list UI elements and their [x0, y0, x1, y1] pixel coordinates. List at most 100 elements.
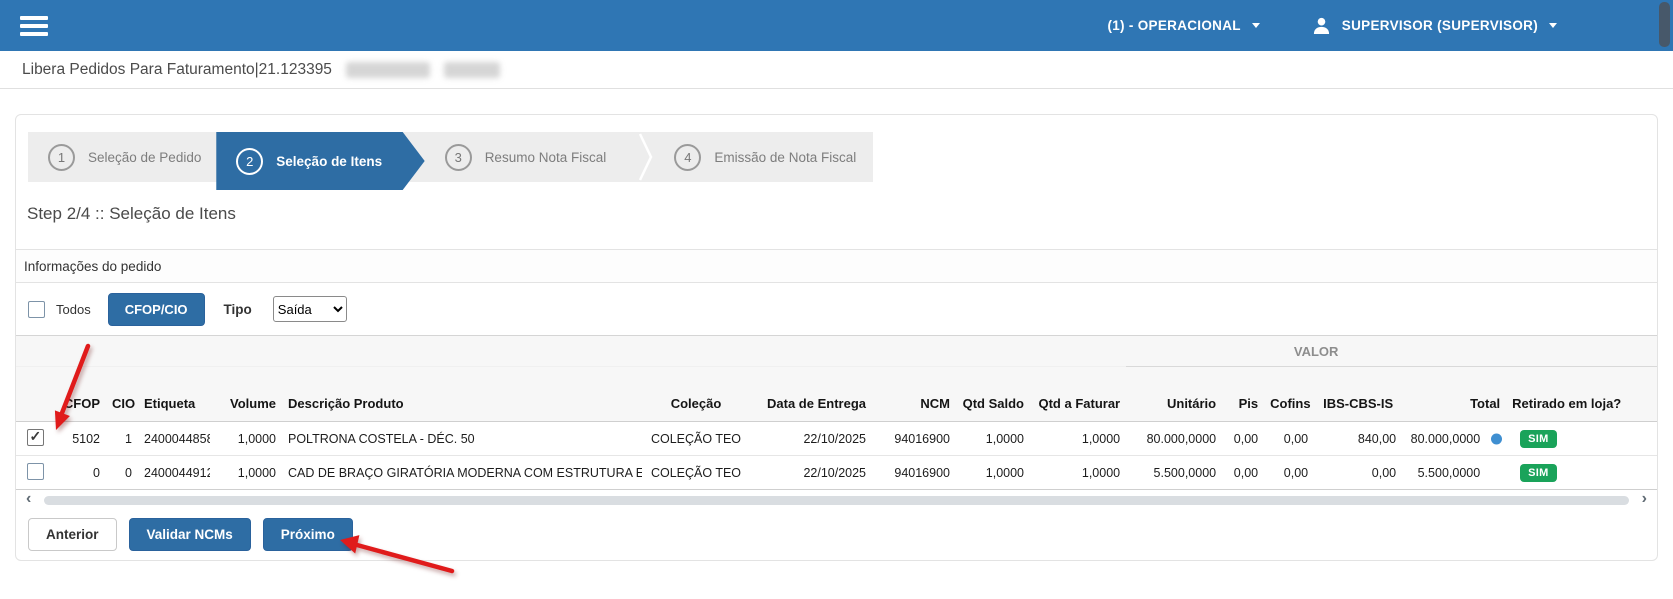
col-header-qtd-saldo: Qtd Saldo [956, 367, 1030, 422]
cell-colecao: COLEÇÃO TEO [642, 456, 750, 490]
step-label: Resumo Nota Fiscal [485, 150, 607, 165]
table-header-row: CFOP CIO Etiqueta Volume Descrição Produ… [16, 367, 1657, 422]
items-table: VALOR CFOP CIO Etiqueta Volume Descrição… [16, 335, 1657, 490]
redacted-text [444, 62, 500, 78]
cell-unitario: 5.500,0000 [1126, 456, 1222, 490]
redacted-text [346, 62, 430, 78]
status-dot-icon [1491, 433, 1502, 444]
cell-total: 5.500,0000 [1402, 456, 1506, 490]
operator-dropdown[interactable]: (1) - OPERACIONAL [1107, 18, 1259, 33]
step-4-emissao-de-nota-fiscal[interactable]: 4 Emissão de Nota Fiscal [654, 132, 873, 182]
cell-total: 80.000,0000 [1402, 422, 1506, 456]
table-row: 0 0 2400044912 1,0000 CAD DE BRAÇO GIRAT… [16, 456, 1657, 490]
col-header-data-entrega: Data de Entrega [750, 367, 872, 422]
step-2-selecao-de-itens[interactable]: 2 Seleção de Itens [216, 132, 424, 190]
col-header-retirado: Retirado em loja? [1506, 367, 1657, 422]
cell-volume: 1,0000 [210, 422, 282, 456]
user-label: SUPERVISOR (SUPERVISOR) [1342, 18, 1538, 33]
step-label: Emissão de Nota Fiscal [714, 150, 856, 165]
table-group-header-row: VALOR [16, 336, 1657, 367]
step-1-selecao-de-pedido[interactable]: 1 Seleção de Pedido [28, 132, 216, 182]
cell-cio: 1 [106, 422, 138, 456]
topbar-right-group: (1) - OPERACIONAL SUPERVISOR (SUPERVISOR… [1107, 16, 1653, 35]
scroll-left-icon[interactable]: ‹ [26, 491, 31, 507]
cell-qtd-faturar: 1,0000 [1030, 422, 1126, 456]
col-header-cfop: CFOP [54, 367, 106, 422]
col-header-colecao: Coleção [642, 367, 750, 422]
hamburger-icon [20, 16, 48, 20]
col-header-ibs-cbs-is: IBS-CBS-IS [1314, 367, 1402, 422]
cell-descricao: CAD DE BRAÇO GIRATÓRIA MODERNA COM ESTRU… [282, 456, 642, 490]
cell-cfop: 5102 [54, 422, 106, 456]
col-header-etiqueta: Etiqueta [138, 367, 210, 422]
step-label: Seleção de Itens [276, 154, 382, 169]
col-header-cofins: Cofins [1264, 367, 1314, 422]
top-bar: (1) - OPERACIONAL SUPERVISOR (SUPERVISOR… [0, 0, 1673, 51]
cell-qtd-saldo: 1,0000 [956, 422, 1030, 456]
horizontal-scrollbar-thumb[interactable] [44, 496, 1629, 505]
col-header-ncm: NCM [872, 367, 956, 422]
col-header-descricao: Descrição Produto [282, 367, 642, 422]
row-checkbox[interactable] [27, 463, 44, 480]
cell-pis: 0,00 [1222, 456, 1264, 490]
cell-qtd-faturar: 1,0000 [1030, 456, 1126, 490]
operator-label: (1) - OPERACIONAL [1107, 18, 1240, 33]
cell-qtd-saldo: 1,0000 [956, 456, 1030, 490]
col-header-unitario: Unitário [1126, 367, 1222, 422]
order-info-section-header: Informações do pedido [16, 249, 1657, 283]
cell-retirado: SIM [1506, 456, 1657, 490]
cell-cfop: 0 [54, 456, 106, 490]
step-number-badge: 3 [445, 144, 472, 171]
cell-pis: 0,00 [1222, 422, 1264, 456]
retirado-badge: SIM [1520, 464, 1556, 482]
col-header-total: Total [1402, 367, 1506, 422]
user-dropdown[interactable]: SUPERVISOR (SUPERVISOR) [1312, 16, 1557, 35]
todos-label: Todos [56, 302, 91, 317]
retirado-badge: SIM [1520, 430, 1556, 448]
proximo-button[interactable]: Próximo [263, 518, 353, 551]
cell-ncm: 94016900 [872, 422, 956, 456]
step-number-badge: 2 [236, 148, 263, 175]
cell-cofins: 0,00 [1264, 422, 1314, 456]
cell-etiqueta: 2400044912 [138, 456, 210, 490]
col-header-volume: Volume [210, 367, 282, 422]
cell-unitario: 80.000,0000 [1126, 422, 1222, 456]
cell-ibs-cbs-is: 840,00 [1314, 422, 1402, 456]
scroll-right-icon[interactable]: › [1642, 491, 1647, 507]
hamburger-menu-button[interactable] [20, 16, 48, 36]
cell-retirado: SIM [1506, 422, 1657, 456]
tipo-label: Tipo [224, 302, 252, 317]
horizontal-scrollbar: ‹ › [30, 493, 1643, 508]
vertical-scrollbar-thumb[interactable] [1659, 2, 1670, 47]
step-number-badge: 4 [674, 144, 701, 171]
step-heading: Step 2/4 :: Seleção de Itens [27, 204, 1657, 224]
page-title: Libera Pedidos Para Faturamento|21.12339… [22, 61, 332, 79]
step-separator-icon [638, 132, 654, 182]
validar-ncms-button[interactable]: Validar NCMs [129, 518, 251, 551]
step-number-badge: 1 [48, 144, 75, 171]
col-header-qtd-faturar: Qtd a Faturar [1030, 367, 1126, 422]
breadcrumb-bar: Libera Pedidos Para Faturamento|21.12339… [0, 51, 1673, 89]
row-checkbox[interactable] [27, 429, 44, 446]
main-card: 1 Seleção de Pedido 2 Seleção de Itens 3… [15, 114, 1658, 561]
chevron-down-icon [1252, 23, 1260, 28]
cell-descricao: POLTRONA COSTELA - DÉC. 50 [282, 422, 642, 456]
user-icon [1312, 16, 1331, 35]
cell-data-entrega: 22/10/2025 [750, 456, 872, 490]
anterior-button[interactable]: Anterior [28, 518, 117, 551]
action-buttons: Anterior Validar NCMs Próximo [28, 518, 1657, 551]
tipo-select[interactable]: Saída [273, 296, 347, 322]
valor-group-header: VALOR [1126, 336, 1506, 367]
cell-ibs-cbs-is: 0,00 [1314, 456, 1402, 490]
step-3-resumo-nota-fiscal[interactable]: 3 Resumo Nota Fiscal [425, 132, 639, 182]
cell-ncm: 94016900 [872, 456, 956, 490]
cell-cofins: 0,00 [1264, 456, 1314, 490]
chevron-down-icon [1549, 23, 1557, 28]
cell-cio: 0 [106, 456, 138, 490]
section-title: Informações do pedido [24, 259, 161, 274]
select-all-checkbox[interactable] [28, 301, 45, 318]
filter-row: Todos CFOP/CIO Tipo Saída [16, 283, 1657, 335]
cell-data-entrega: 22/10/2025 [750, 422, 872, 456]
col-header-pis: Pis [1222, 367, 1264, 422]
cfop-cio-button[interactable]: CFOP/CIO [108, 293, 205, 326]
